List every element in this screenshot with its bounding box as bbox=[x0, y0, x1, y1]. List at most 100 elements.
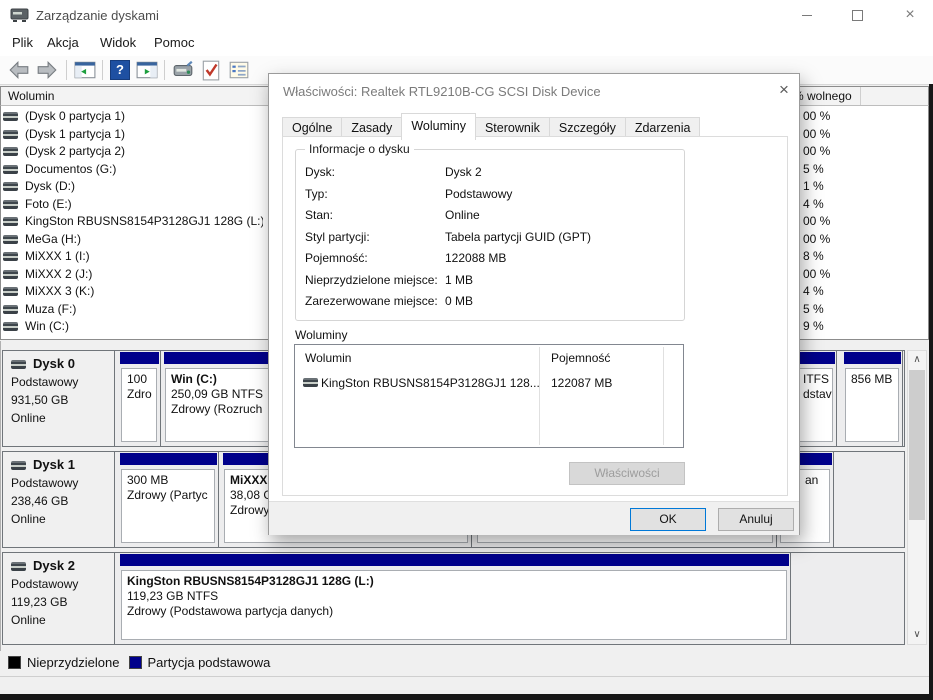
volume-icon bbox=[3, 199, 18, 209]
properties-list-icon[interactable] bbox=[228, 59, 250, 81]
volume-free-percent: 5 % bbox=[803, 161, 824, 176]
volume-row[interactable]: Muza (F:) bbox=[3, 302, 263, 319]
volume-row[interactable]: MiXXX 1 (I:) bbox=[3, 249, 263, 266]
partition-color-bar bbox=[844, 352, 901, 364]
dialog-list-row-capacity: 122087 MB bbox=[551, 376, 613, 390]
info-field-value: Podstawowy bbox=[445, 186, 513, 201]
toolbar-separator bbox=[102, 60, 103, 80]
volumes-section-label: Woluminy bbox=[295, 328, 348, 342]
info-field-label: Stan: bbox=[305, 208, 334, 222]
legend-item: Nieprzydzielone bbox=[8, 655, 120, 670]
legend-label: Partycja podstawowa bbox=[147, 655, 271, 670]
disk2-partitions: KingSton RBUSNS8154P3128GJ1 128G (L:) 11… bbox=[115, 553, 904, 644]
disk2-label[interactable]: Dysk 2 Podstawowy 119,23 GB Online bbox=[3, 553, 115, 644]
dialog-footer: OK Anuluj bbox=[269, 501, 799, 535]
menu-plik[interactable]: Plik bbox=[12, 35, 33, 50]
volume-label: Foto (E:) bbox=[25, 196, 72, 211]
window-right-edge bbox=[929, 84, 933, 700]
cancel-button[interactable]: Anuluj bbox=[718, 508, 794, 531]
info-field-value: Dysk 2 bbox=[445, 165, 482, 179]
maximize-button[interactable] bbox=[840, 8, 874, 24]
volume-row[interactable]: MeGa (H:) bbox=[3, 232, 263, 249]
menu-widok[interactable]: Widok bbox=[100, 35, 136, 50]
legend-label: Nieprzydzielone bbox=[27, 655, 120, 670]
volume-icon bbox=[3, 182, 18, 192]
volume-icon bbox=[3, 217, 18, 227]
status-divider bbox=[0, 676, 933, 677]
volume-icon bbox=[303, 378, 318, 387]
menu-pomoc[interactable]: Pomoc bbox=[154, 35, 194, 50]
volume-row[interactable]: Foto (E:) bbox=[3, 197, 263, 214]
volume-icon bbox=[3, 252, 18, 262]
volume-row[interactable]: Win (C:) bbox=[3, 319, 263, 336]
volume-label: Documentos (G:) bbox=[25, 161, 117, 176]
volume-row[interactable]: (Dysk 0 partycja 1) bbox=[3, 109, 263, 126]
scroll-down-icon[interactable]: ∨ bbox=[908, 627, 926, 643]
free-percent-column-header[interactable]: % wolnego bbox=[793, 89, 852, 103]
dialog-close-icon[interactable]: × bbox=[773, 80, 795, 100]
vertical-scrollbar[interactable]: ∧ ∨ bbox=[907, 350, 927, 645]
volume-free-percent: 00 % bbox=[803, 266, 831, 281]
partition[interactable]: 856 MB bbox=[843, 351, 903, 446]
dialog-list-column-volume[interactable]: Wolumin bbox=[305, 351, 351, 365]
tab-woluminy[interactable]: Woluminy bbox=[401, 113, 476, 140]
info-field-label: Typ: bbox=[305, 186, 328, 201]
back-icon[interactable] bbox=[8, 59, 30, 81]
action-pane-icon[interactable] bbox=[136, 59, 158, 81]
dialog-volume-list[interactable]: Wolumin Pojemność KingSton RBUSNS8154P31… bbox=[294, 344, 684, 448]
volume-label: MiXXX 3 (K:) bbox=[25, 284, 95, 298]
volume-label: Muza (F:) bbox=[25, 301, 77, 316]
column-separator bbox=[539, 347, 540, 445]
volume-row[interactable]: MiXXX 2 (J:) bbox=[3, 267, 263, 284]
volume-row[interactable]: MiXXX 3 (K:) bbox=[3, 284, 263, 301]
menu-akcja[interactable]: Akcja bbox=[47, 35, 79, 50]
volume-icon bbox=[3, 287, 18, 297]
properties-button: Właściwości bbox=[569, 462, 685, 485]
disk-icon bbox=[11, 360, 26, 370]
column-separator bbox=[860, 87, 861, 105]
help-icon[interactable]: ? bbox=[110, 60, 130, 80]
legend-item: Partycja podstawowa bbox=[128, 655, 271, 670]
volume-row[interactable]: Documentos (G:) bbox=[3, 162, 263, 179]
volume-row[interactable]: (Dysk 2 partycja 2) bbox=[3, 144, 263, 161]
menu-bar: Plik Akcja Widok Pomoc bbox=[0, 30, 933, 56]
scrollbar-thumb[interactable] bbox=[909, 370, 925, 520]
rescan-disks-icon[interactable] bbox=[172, 59, 194, 81]
minimize-button[interactable] bbox=[790, 8, 824, 24]
scroll-up-icon[interactable]: ∧ bbox=[908, 352, 926, 368]
volume-label: Win (C:) bbox=[25, 319, 69, 333]
partition[interactable]: KingSton RBUSNS8154P3128GJ1 128G (L:) 11… bbox=[119, 553, 791, 644]
volume-free-percent: 1 % bbox=[803, 179, 824, 193]
toolbar-separator bbox=[66, 60, 67, 80]
dialog-title: Właściwości: Realtek RTL9210B-CG SCSI Di… bbox=[283, 84, 601, 99]
toolbar-separator bbox=[164, 60, 165, 80]
volume-row[interactable]: (Dysk 1 partycja 1) bbox=[3, 127, 263, 144]
volume-icon bbox=[3, 304, 18, 314]
volume-row[interactable]: KingSton RBUSNS8154P3128GJ1 128G (L:) bbox=[3, 214, 263, 231]
close-button[interactable]: × bbox=[893, 7, 927, 24]
volume-column-header[interactable]: Wolumin bbox=[8, 89, 54, 103]
console-tree-icon[interactable] bbox=[74, 59, 96, 81]
volume-row[interactable]: Dysk (D:) bbox=[3, 179, 263, 196]
info-field-label: Pojemność: bbox=[305, 251, 368, 265]
volume-icon bbox=[3, 129, 18, 139]
info-field-value: Online bbox=[445, 208, 480, 222]
volume-label: KingSton RBUSNS8154P3128GJ1 128G (L:) bbox=[25, 214, 263, 228]
disk1-label[interactable]: Dysk 1 Podstawowy 238,46 GB Online bbox=[3, 452, 115, 547]
partition[interactable]: 300 MB Zdrowy (Partyc bbox=[119, 452, 219, 547]
volume-free-percent: 00 % bbox=[803, 231, 831, 246]
partition[interactable]: 100 Zdro bbox=[119, 351, 161, 446]
volume-label: (Dysk 1 partycja 1) bbox=[25, 126, 126, 141]
disk0-label[interactable]: Dysk 0 Podstawowy 931,50 GB Online bbox=[3, 351, 115, 446]
forward-icon[interactable] bbox=[36, 59, 58, 81]
window-bottom-edge bbox=[0, 694, 933, 700]
info-field-value: 0 MB bbox=[445, 294, 474, 308]
dialog-list-column-capacity[interactable]: Pojemność bbox=[551, 351, 610, 365]
info-field-label: Dysk: bbox=[305, 165, 335, 179]
properties-dialog: Właściwości: Realtek RTL9210B-CG SCSI Di… bbox=[268, 73, 800, 535]
volume-label: Dysk (D:) bbox=[25, 179, 75, 193]
dialog-list-row-volume[interactable]: KingSton RBUSNS8154P3128GJ1 128... bbox=[321, 376, 540, 390]
check-document-icon[interactable] bbox=[200, 59, 222, 81]
partition-color-bar bbox=[120, 352, 159, 364]
ok-button[interactable]: OK bbox=[630, 508, 706, 531]
